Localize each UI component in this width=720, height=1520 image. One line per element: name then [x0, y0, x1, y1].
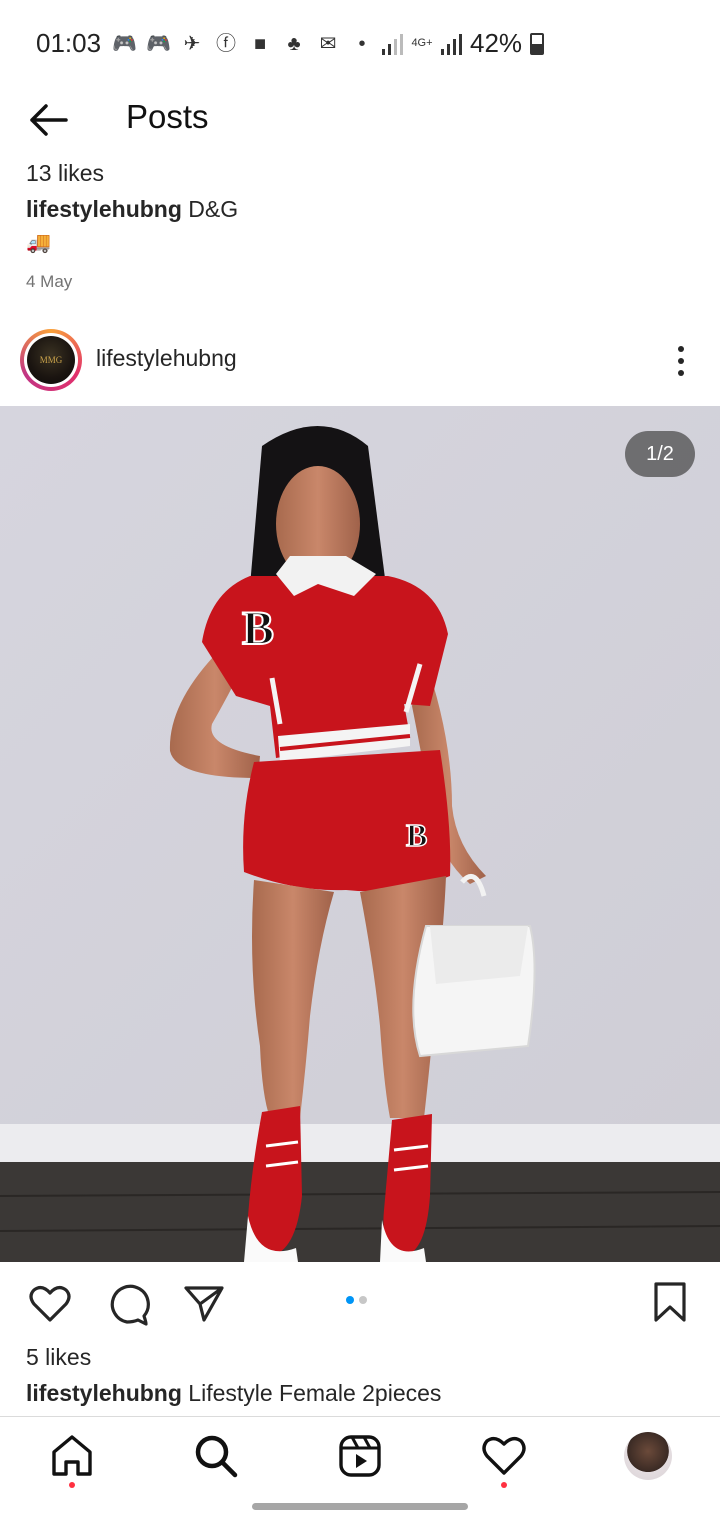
caption-username[interactable]: lifestylehubng — [26, 196, 182, 222]
clean-icon: ♣ — [287, 33, 301, 55]
back-arrow-icon — [30, 104, 68, 136]
comment-icon — [110, 1284, 150, 1326]
reels-icon — [339, 1435, 381, 1477]
facebook-icon: ⓕ — [216, 33, 236, 55]
carousel-dot — [359, 1296, 367, 1304]
post-caption: lifestylehubng Lifestyle Female 2pieces — [26, 1380, 441, 1407]
search-icon — [195, 1435, 238, 1478]
caption-text: Lifestyle Female 2pieces — [181, 1380, 442, 1406]
status-time: 01:03 — [36, 28, 102, 58]
post-image[interactable]: B B — [0, 406, 720, 1262]
gesture-bar[interactable] — [252, 1503, 468, 1510]
avatar[interactable]: MMG — [27, 336, 75, 384]
jacket-letter-icon: B — [242, 602, 274, 655]
mail-icon: ✉ — [319, 33, 337, 55]
profile-avatar[interactable] — [624, 1432, 672, 1480]
heart-icon — [482, 1436, 526, 1475]
share-button[interactable] — [182, 1282, 226, 1326]
bookmark-icon — [654, 1282, 686, 1322]
nav-activity[interactable] — [480, 1432, 528, 1480]
carousel-dots — [346, 1296, 367, 1304]
post-likes[interactable]: 5 likes — [26, 1344, 91, 1371]
truck-emoji: 🚚 — [26, 232, 51, 254]
carousel-dot-active — [346, 1296, 354, 1304]
facebook-icon: ■ — [253, 33, 267, 55]
caption-username[interactable]: lifestylehubng — [26, 1380, 182, 1406]
nav-search[interactable] — [192, 1432, 240, 1480]
previous-post-caption: lifestylehubng D&G — [26, 196, 238, 223]
notification-icons: 🎮 🎮 ✈ ⓕ ■ ♣ ✉ • — [112, 30, 374, 58]
page-title: Posts — [126, 98, 209, 135]
dot-icon: • — [358, 33, 366, 55]
previous-post-date: 4 May — [26, 272, 73, 291]
previous-post-likes[interactable]: 13 likes — [26, 160, 104, 187]
svg-text:B: B — [406, 817, 427, 853]
signal-icon — [441, 33, 462, 55]
activity-notification-dot — [501, 1482, 507, 1488]
heart-icon — [29, 1286, 71, 1322]
nav-home[interactable] — [48, 1432, 96, 1480]
discord-icon: 🎮 — [112, 33, 137, 55]
save-button[interactable] — [650, 1280, 690, 1324]
telegram-icon: ✈ — [183, 33, 201, 55]
more-vertical-icon — [678, 346, 684, 376]
battery-icon — [530, 32, 545, 55]
comment-button[interactable] — [104, 1282, 150, 1326]
home-notification-dot — [69, 1482, 75, 1488]
outfit-photo: B B — [0, 406, 720, 1262]
like-button[interactable] — [28, 1282, 72, 1326]
network-type: 4G+ — [411, 37, 433, 49]
back-button[interactable] — [26, 100, 70, 140]
nav-reels[interactable] — [336, 1432, 384, 1480]
status-right: 4G+ 42% — [382, 28, 545, 59]
discord-icon: 🎮 — [146, 33, 171, 55]
image-counter: 1/2 — [625, 431, 695, 477]
send-icon — [184, 1286, 224, 1322]
post-username[interactable]: lifestylehubng — [96, 345, 237, 372]
battery-percent: 42% — [470, 28, 523, 58]
caption-text: D&G — [181, 196, 239, 222]
home-icon — [52, 1435, 92, 1476]
signal-icon — [382, 33, 403, 55]
more-options-button[interactable] — [664, 344, 698, 378]
status-bar: 01:03 🎮 🎮 ✈ ⓕ ■ ♣ ✉ • 4G+ 42% — [0, 0, 720, 88]
